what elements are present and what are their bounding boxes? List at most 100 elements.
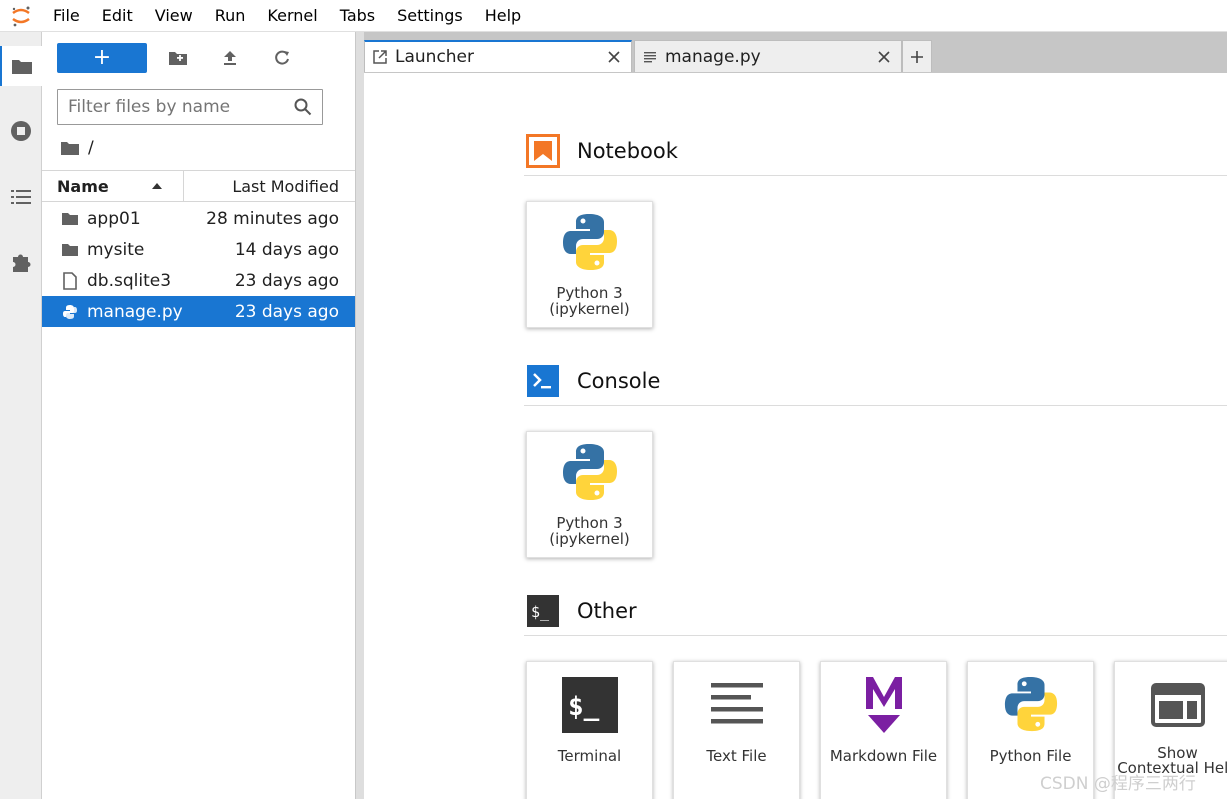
menu-settings[interactable]: Settings <box>386 0 474 32</box>
home-folder-icon[interactable] <box>60 140 80 156</box>
folder-icon <box>12 60 32 74</box>
refresh-button[interactable] <box>256 43 308 73</box>
activity-bar <box>0 32 42 799</box>
plus-icon: + <box>92 45 112 70</box>
terminal-section-icon: $_ <box>526 594 560 628</box>
file-browser-panel: + / <box>42 32 355 799</box>
terminal-icon: $_ <box>561 676 618 734</box>
svg-text:$_: $_ <box>568 692 600 722</box>
close-tab-icon[interactable] <box>597 51 631 63</box>
stop-circle-icon <box>11 121 31 141</box>
menu-bar: File Edit View Run Kernel Tabs Settings … <box>0 0 1227 32</box>
plus-icon <box>911 50 923 63</box>
card-label: Markdown File <box>829 747 938 765</box>
menu-run[interactable]: Run <box>204 0 257 32</box>
notebook-section-header: Notebook <box>524 126 1227 176</box>
card-label: Python 3 (ipykernel) <box>549 285 629 317</box>
file-modified: 14 days ago <box>234 239 339 260</box>
filter-files-input[interactable] <box>68 97 288 117</box>
file-name: mysite <box>87 239 145 260</box>
python-icon <box>42 304 87 320</box>
name-column-label: Name <box>57 176 109 196</box>
file-modified: 28 minutes ago <box>206 208 339 229</box>
running-sessions-tab[interactable] <box>0 111 42 151</box>
file-modified: 23 days ago <box>234 270 339 291</box>
upload-icon <box>224 51 236 65</box>
folder-icon <box>42 211 87 226</box>
file-row-db-sqlite3[interactable]: db.sqlite3 23 days ago <box>42 265 355 296</box>
puzzle-icon <box>13 254 31 272</box>
list-icon <box>11 190 31 204</box>
console-icon <box>526 364 560 398</box>
file-name: app01 <box>87 208 141 229</box>
tab-label: Launcher <box>395 47 475 67</box>
file-modified: 23 days ago <box>234 301 339 322</box>
new-tab-button[interactable] <box>902 40 932 72</box>
notebook-section-title: Notebook <box>577 138 678 163</box>
tab-manage-py[interactable]: manage.py <box>634 40 902 72</box>
text-file-icon <box>710 676 763 734</box>
terminal-card[interactable]: $_ Terminal <box>526 661 653 799</box>
markdown-file-card[interactable]: Markdown File <box>820 661 947 799</box>
menu-file[interactable]: File <box>42 0 91 32</box>
console-section-header: Console <box>524 356 1227 406</box>
notebook-python3-card[interactable]: Python 3 (ipykernel) <box>526 201 653 328</box>
new-folder-button[interactable] <box>152 43 204 73</box>
name-column-header[interactable]: Name <box>42 171 184 201</box>
filter-files-field[interactable] <box>57 89 323 125</box>
text-file-card[interactable]: Text File <box>673 661 800 799</box>
tab-launcher[interactable]: Launcher <box>364 40 632 72</box>
search-icon <box>294 98 312 116</box>
jupyter-logo-icon <box>0 0 42 32</box>
menu-kernel[interactable]: Kernel <box>256 0 328 32</box>
file-listing: app01 28 minutes ago mysite 14 days ago … <box>42 203 355 327</box>
launcher-panel: Notebook Python 3 (ipykernel) Console Py… <box>364 72 1227 799</box>
file-icon <box>42 271 87 290</box>
markdown-icon <box>864 676 904 734</box>
card-label: Python 3 (ipykernel) <box>549 515 629 547</box>
file-browser-tab[interactable] <box>0 46 42 86</box>
console-section-title: Console <box>577 368 661 393</box>
card-label-line2: (ipykernel) <box>549 300 630 318</box>
main-tab-bar: Launcher manage.py <box>364 32 1227 72</box>
card-label: Terminal <box>557 747 622 765</box>
file-row-app01[interactable]: app01 28 minutes ago <box>42 203 355 234</box>
last-modified-column-header[interactable]: Last Modified <box>184 177 355 196</box>
file-row-mysite[interactable]: mysite 14 days ago <box>42 234 355 265</box>
file-browser-toolbar: + <box>57 43 308 73</box>
menu-tabs[interactable]: Tabs <box>329 0 386 32</box>
folder-icon <box>42 242 87 257</box>
contextual-help-icon <box>1150 676 1205 734</box>
new-folder-icon <box>169 52 187 65</box>
panel-splitter[interactable] <box>355 32 364 799</box>
console-python3-card[interactable]: Python 3 (ipykernel) <box>526 431 653 558</box>
text-file-icon <box>635 51 665 63</box>
new-launcher-button[interactable]: + <box>57 43 147 73</box>
refresh-icon <box>275 50 289 65</box>
other-section-title: Other <box>577 598 637 623</box>
sort-ascending-icon <box>152 183 162 189</box>
notebook-icon <box>526 133 560 168</box>
close-tab-icon[interactable] <box>867 50 901 63</box>
card-label: Python File <box>989 747 1072 765</box>
file-name: manage.py <box>87 301 183 322</box>
file-name: db.sqlite3 <box>87 270 172 291</box>
extensions-tab[interactable] <box>0 242 42 282</box>
tab-label: manage.py <box>665 46 761 67</box>
file-row-manage-py[interactable]: manage.py 23 days ago <box>42 296 355 327</box>
menu-edit[interactable]: Edit <box>91 0 144 32</box>
file-listing-header: Name Last Modified <box>42 170 355 202</box>
svg-text:$_: $_ <box>531 603 550 621</box>
python-logo-icon <box>561 211 619 275</box>
launcher-icon <box>365 50 395 64</box>
table-of-contents-tab[interactable] <box>0 177 42 217</box>
menu-view[interactable]: View <box>144 0 204 32</box>
menu-help[interactable]: Help <box>474 0 532 32</box>
card-label-line2: (ipykernel) <box>549 530 630 548</box>
python-logo-icon <box>1003 676 1059 734</box>
breadcrumb-root[interactable]: / <box>88 138 94 158</box>
upload-button[interactable] <box>204 43 256 73</box>
python-logo-icon <box>561 441 619 505</box>
other-section-header: $_ Other <box>524 586 1227 636</box>
card-label: Text File <box>706 747 767 765</box>
